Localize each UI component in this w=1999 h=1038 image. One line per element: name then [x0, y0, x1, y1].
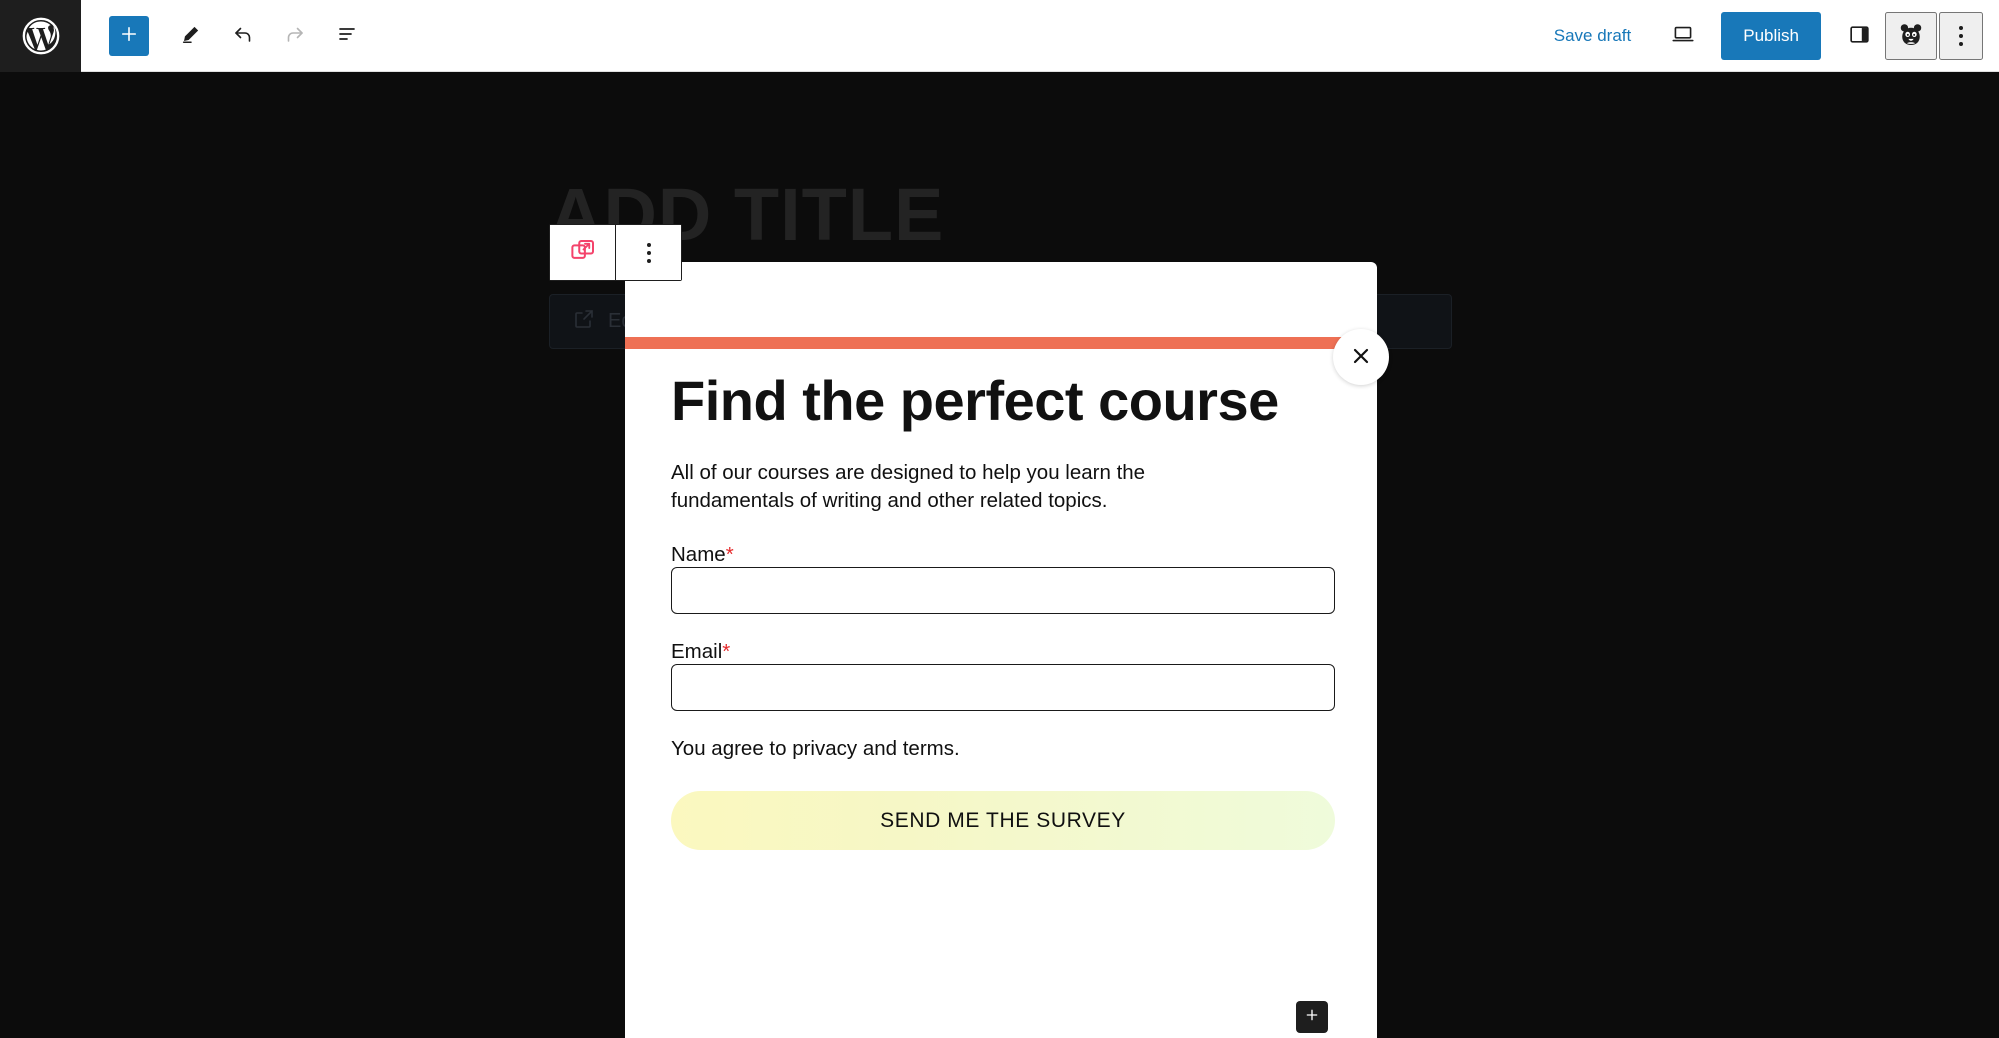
publish-button[interactable]: Publish: [1721, 11, 1821, 60]
undo-button[interactable]: [219, 12, 267, 60]
editor-top-bar: Save draft Publish: [0, 0, 1999, 72]
required-asterisk: *: [722, 640, 731, 664]
undo-icon: [231, 22, 255, 49]
more-options-button[interactable]: [1939, 11, 1983, 60]
name-field-label: Name*: [671, 543, 734, 567]
wordpress-logo-button[interactable]: [0, 0, 81, 72]
wordpress-logo-icon: [21, 16, 61, 56]
editor-canvas: ADD TITLE Edit Find the perfect course A…: [0, 72, 1999, 1038]
popup-maker-icon: [568, 236, 598, 269]
block-options-button[interactable]: [616, 225, 681, 280]
redo-button[interactable]: [271, 12, 319, 60]
block-inserter-button[interactable]: [1296, 1001, 1328, 1033]
preview-button[interactable]: [1659, 12, 1707, 60]
popup-content: Find the perfect course All of our cours…: [625, 349, 1377, 1038]
plugin-panda-button[interactable]: [1885, 11, 1937, 60]
close-x-icon: [1349, 344, 1373, 371]
add-block-button[interactable]: [109, 15, 149, 56]
settings-sidebar-toggle[interactable]: [1835, 12, 1883, 60]
plus-icon: [1304, 1007, 1320, 1028]
privacy-terms-text: You agree to privacy and terms.: [671, 737, 960, 761]
more-options-icon: [1959, 25, 1963, 46]
popup-description: All of our courses are designed to help …: [671, 461, 1146, 513]
email-field-label: Email*: [671, 640, 731, 664]
desktop-preview-icon: [1670, 21, 1696, 50]
document-overview-button[interactable]: [323, 12, 371, 60]
required-asterisk: *: [725, 543, 734, 567]
email-input[interactable]: [671, 664, 1335, 712]
save-draft-button[interactable]: Save draft: [1538, 18, 1648, 54]
popup-heading: Find the perfect course: [671, 369, 1279, 432]
plus-icon: [119, 24, 139, 47]
editor-bar-right-tools: Save draft Publish: [1538, 11, 1999, 60]
tools-pencil-button[interactable]: [167, 12, 215, 60]
popup-modal: Find the perfect course All of our cours…: [625, 262, 1377, 1038]
external-link-icon: [572, 307, 596, 337]
block-options-icon: [646, 242, 651, 263]
panda-plugin-icon: [1897, 20, 1925, 51]
popup-maker-block-button[interactable]: [550, 225, 615, 280]
document-overview-icon: [335, 22, 359, 49]
popup-accent-bar: [625, 337, 1377, 349]
pencil-icon: [180, 23, 202, 48]
editor-bar-left-tools: [81, 12, 371, 60]
name-input[interactable]: [671, 567, 1335, 615]
popup-close-button[interactable]: [1333, 329, 1389, 385]
block-toolbar: [549, 224, 682, 281]
send-survey-button[interactable]: SEND ME THE SURVEY: [671, 791, 1335, 851]
redo-icon: [283, 22, 307, 49]
sidebar-toggle-icon: [1847, 22, 1872, 50]
